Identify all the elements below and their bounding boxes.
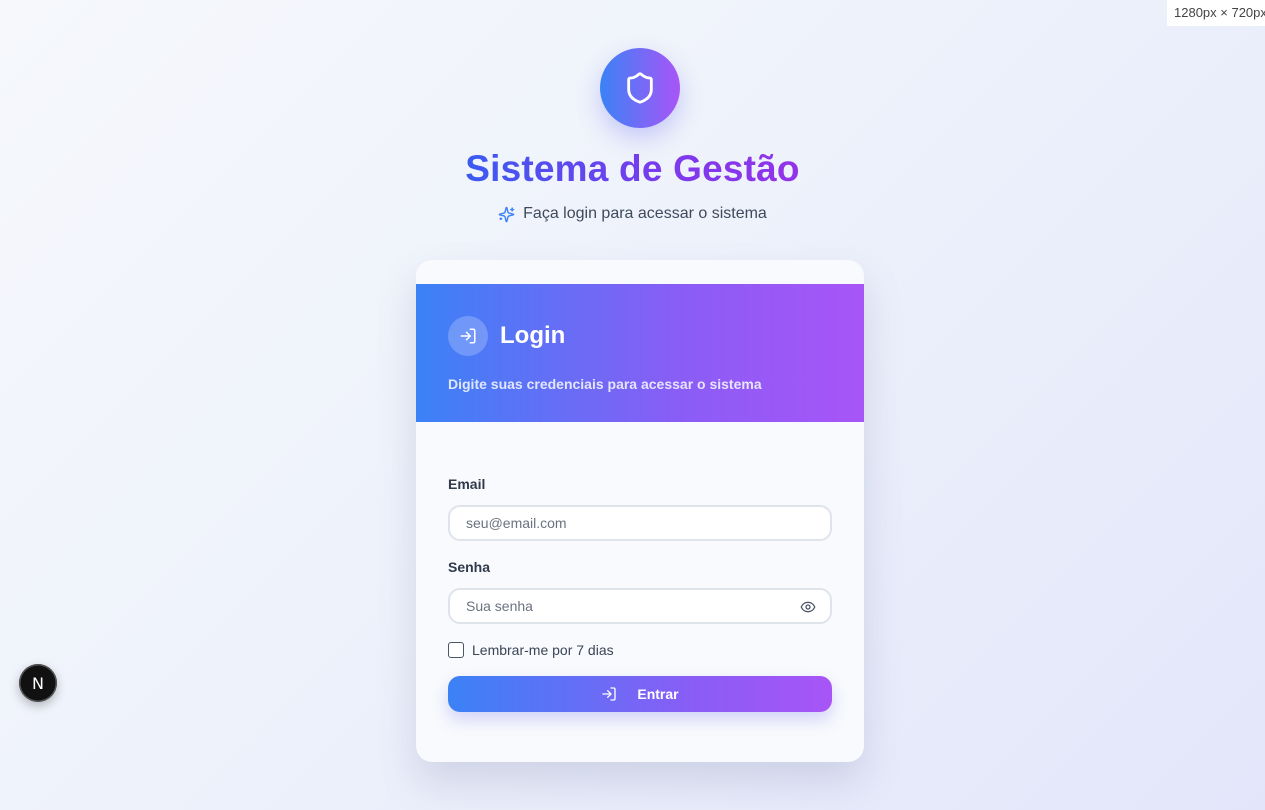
login-submit-button[interactable]: Entrar [448,676,832,712]
email-field-wrapper [448,505,832,541]
login-card: Login Digite suas credenciais para acess… [416,260,864,762]
show-password-toggle[interactable] [800,599,816,615]
page-title: Sistema de Gestão [465,148,800,189]
password-field[interactable] [450,590,830,622]
viewport-size-label: 1280px × 720px [1167,0,1265,26]
login-form: Email Senha Lembrar-me por 7 dias [448,476,832,712]
password-label: Senha [448,559,491,575]
eye-icon [800,601,816,613]
logo-badge [600,48,680,128]
login-card-title: Login [500,322,566,349]
sparkles-icon [498,206,515,222]
email-field[interactable] [450,507,830,539]
next-dev-tools-button[interactable]: N [19,664,57,702]
remember-me-label[interactable]: Lembrar-me por 7 dias [472,642,614,658]
login-card-description: Digite suas credenciais para acessar o s… [448,376,762,392]
shield-icon [627,72,653,104]
login-submit-label: Entrar [637,686,679,702]
email-label: Email [448,476,486,492]
password-field-wrapper [448,588,832,624]
remember-me-checkbox[interactable] [448,642,464,658]
login-icon [602,687,617,701]
page-subtitle: Faça login para acessar o sistema [0,205,1265,223]
remember-me-row: Lembrar-me por 7 dias [448,642,832,658]
subtitle-text: Faça login para acessar o sistema [523,205,767,222]
next-logo-icon: N [32,673,44,693]
login-card-header: Login Digite suas credenciais para acess… [416,284,864,422]
login-icon-badge [448,316,488,356]
login-icon [460,328,476,344]
